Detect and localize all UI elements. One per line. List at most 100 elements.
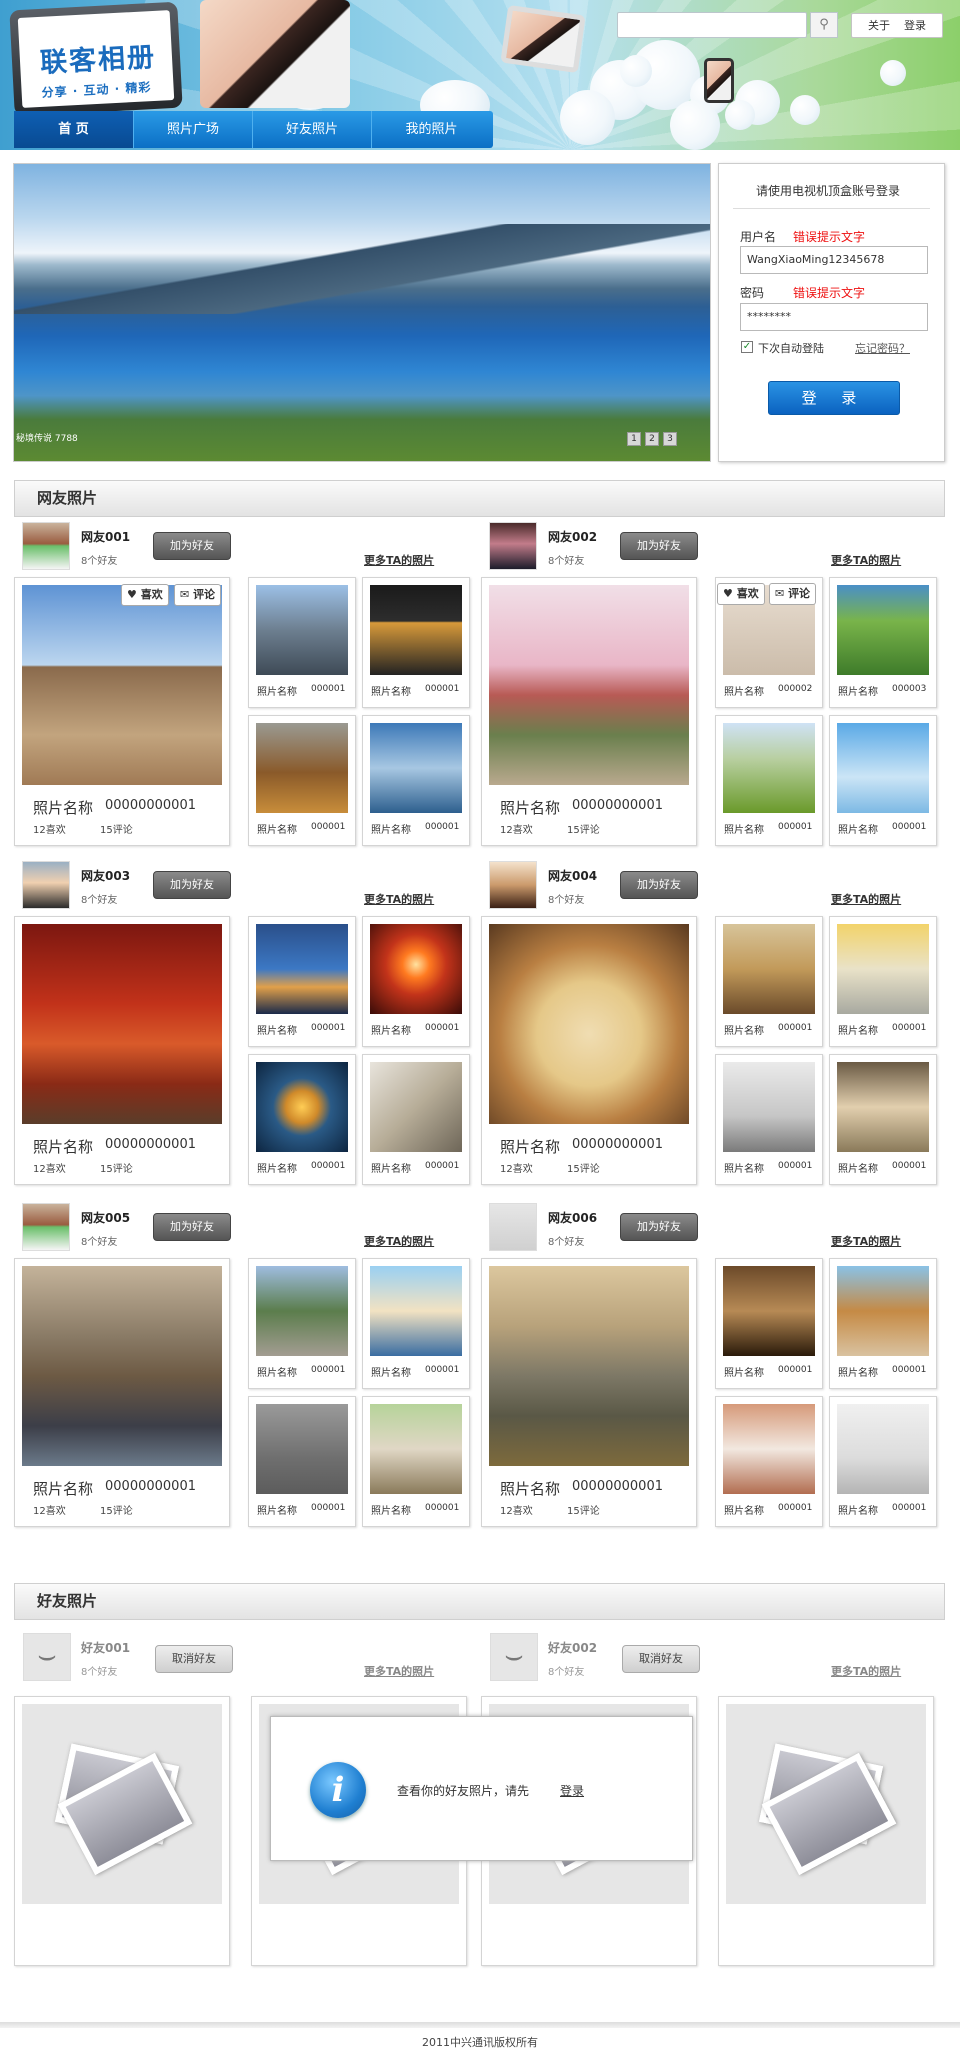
- thumb-image[interactable]: [723, 1266, 815, 1356]
- nav-photo-square[interactable]: 照片广场: [134, 111, 253, 148]
- search-input[interactable]: [617, 12, 807, 38]
- thumb-image[interactable]: [837, 1062, 929, 1152]
- thumb-image[interactable]: [370, 924, 462, 1014]
- thumb-image[interactable]: [723, 924, 815, 1014]
- more-photos-link[interactable]: 更多TA的照片: [831, 891, 901, 907]
- photo-image[interactable]: [489, 924, 689, 1124]
- username-error: 错误提示文字: [793, 230, 866, 244]
- comment-button[interactable]: ✉ 评论: [769, 583, 817, 605]
- more-photos-link[interactable]: 更多TA的照片: [831, 1233, 901, 1249]
- thumb-image[interactable]: [837, 1266, 929, 1356]
- comment-button[interactable]: ✉ 评论: [174, 584, 222, 606]
- forgot-password-link[interactable]: 忘记密码？: [855, 340, 910, 356]
- thumb-image[interactable]: [256, 723, 348, 813]
- user-avatar[interactable]: [489, 1203, 537, 1251]
- banner-page-2[interactable]: 2: [645, 432, 659, 446]
- photo-image[interactable]: [22, 1266, 222, 1466]
- remember-checkbox[interactable]: ✓: [741, 341, 753, 353]
- thumb-image[interactable]: [256, 924, 348, 1014]
- thumb-image[interactable]: [256, 585, 348, 675]
- photo-image[interactable]: [489, 585, 689, 785]
- thumb-title: 照片名称: [724, 1164, 764, 1175]
- user-name[interactable]: 好友002: [548, 1639, 597, 1656]
- user-name[interactable]: 网友003: [81, 867, 130, 884]
- thumb-image[interactable]: [837, 723, 929, 813]
- default-avatar-icon[interactable]: ⌣: [490, 1633, 538, 1681]
- search-icon[interactable]: ⚲: [810, 12, 838, 38]
- photo-number: 00000000001: [105, 798, 196, 813]
- thumb-image[interactable]: [370, 723, 462, 813]
- photo-image[interactable]: [22, 585, 222, 785]
- thumb-number: 000001: [778, 1161, 813, 1171]
- thumb-image[interactable]: [370, 1266, 462, 1356]
- login-link[interactable]: 登录: [904, 19, 926, 32]
- thumb-image[interactable]: [370, 585, 462, 675]
- comment-icon: ✉: [180, 588, 190, 601]
- add-friend-button[interactable]: 加为好友: [153, 532, 231, 560]
- user-avatar[interactable]: [489, 522, 537, 570]
- user-name[interactable]: 好友001: [81, 1639, 130, 1656]
- add-friend-button[interactable]: 加为好友: [620, 532, 698, 560]
- add-friend-button[interactable]: 加为好友: [153, 1213, 231, 1241]
- heart-icon: ♥: [127, 588, 137, 601]
- photo-image[interactable]: [22, 924, 222, 1124]
- add-friend-button[interactable]: 加为好友: [620, 871, 698, 899]
- thumb-image[interactable]: [256, 1404, 348, 1494]
- user-avatar[interactable]: [22, 861, 70, 909]
- password-field[interactable]: ********: [740, 303, 928, 331]
- user-name[interactable]: 网友002: [548, 528, 597, 545]
- thumb-image[interactable]: [370, 1062, 462, 1152]
- thumb-number: 000001: [425, 1023, 460, 1033]
- like-button[interactable]: ♥ 喜欢: [717, 583, 765, 605]
- user-name[interactable]: 网友006: [548, 1209, 597, 1226]
- photo-image[interactable]: [489, 1266, 689, 1466]
- logo[interactable]: 联客相册 分享 · 互动 · 精彩: [9, 1, 183, 117]
- thumb-image[interactable]: [256, 1062, 348, 1152]
- dialog-login-link[interactable]: 登录: [560, 1782, 584, 1799]
- like-label: 喜欢: [736, 587, 759, 600]
- username-field[interactable]: WangXiaoMing12345678: [740, 246, 928, 274]
- login-button[interactable]: 登 录: [768, 381, 900, 415]
- more-photos-link[interactable]: 更多TA的照片: [364, 1663, 434, 1679]
- like-label: 喜欢: [140, 588, 163, 601]
- thumb-number: 000001: [892, 822, 927, 832]
- banner-page-3[interactable]: 3: [663, 432, 677, 446]
- like-button[interactable]: ♥ 喜欢: [121, 584, 169, 606]
- user-avatar[interactable]: [489, 861, 537, 909]
- thumb-image[interactable]: [723, 1404, 815, 1494]
- thumb-image[interactable]: [723, 1062, 815, 1152]
- user-name[interactable]: 网友001: [81, 528, 130, 545]
- more-photos-link[interactable]: 更多TA的照片: [364, 552, 434, 568]
- logo-subtitle: 分享 · 互动 · 精彩: [41, 80, 152, 100]
- nav-my-photos[interactable]: 我的照片: [372, 111, 491, 148]
- default-avatar-icon[interactable]: ⌣: [23, 1633, 71, 1681]
- thumb-image[interactable]: [256, 1266, 348, 1356]
- thumb-image[interactable]: [837, 924, 929, 1014]
- cancel-friend-button[interactable]: 取消好友: [155, 1645, 233, 1673]
- more-photos-link[interactable]: 更多TA的照片: [364, 891, 434, 907]
- add-friend-button[interactable]: 加为好友: [153, 871, 231, 899]
- more-photos-link[interactable]: 更多TA的照片: [364, 1233, 434, 1249]
- thumb-title: 照片名称: [371, 1164, 411, 1175]
- thumb-image[interactable]: [370, 1404, 462, 1494]
- add-friend-button[interactable]: 加为好友: [620, 1213, 698, 1241]
- more-photos-link[interactable]: 更多TA的照片: [831, 1663, 901, 1679]
- nav-home[interactable]: 首 页: [14, 111, 134, 148]
- comment-count: 15评论: [567, 825, 600, 836]
- user-name[interactable]: 网友005: [81, 1209, 130, 1226]
- thumb-image[interactable]: [837, 1404, 929, 1494]
- user-avatar[interactable]: [22, 1203, 70, 1251]
- nav-friend-photos[interactable]: 好友照片: [253, 111, 372, 148]
- lake-banner-image[interactable]: [13, 163, 711, 462]
- about-link[interactable]: 关于: [868, 19, 890, 32]
- more-photos-link[interactable]: 更多TA的照片: [831, 552, 901, 568]
- banner-page-1[interactable]: 1: [627, 432, 641, 446]
- thumb-title: 照片名称: [257, 1164, 297, 1175]
- thumb-image[interactable]: [837, 585, 929, 675]
- user-avatar[interactable]: [22, 522, 70, 570]
- thumb-image[interactable]: [723, 723, 815, 813]
- user-friend-count: 8个好友: [548, 895, 585, 906]
- thumb-title: 照片名称: [838, 1368, 878, 1379]
- cancel-friend-button[interactable]: 取消好友: [622, 1645, 700, 1673]
- user-name[interactable]: 网友004: [548, 867, 597, 884]
